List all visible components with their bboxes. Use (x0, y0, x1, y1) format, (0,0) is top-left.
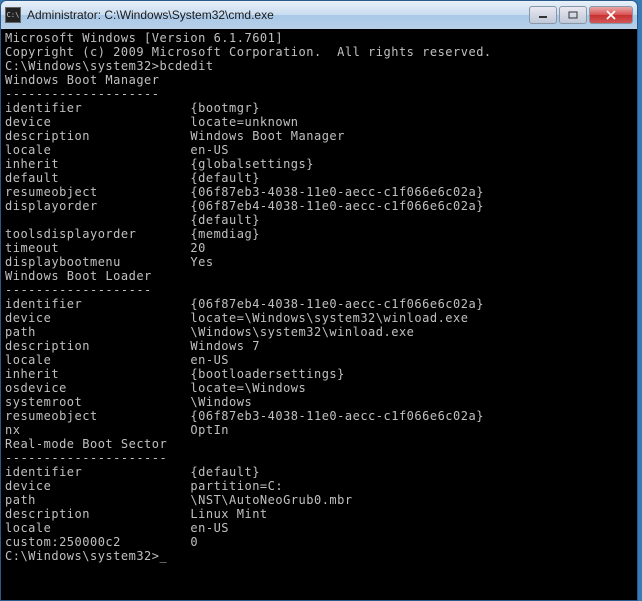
terminal-line: C:\Windows\system32>bcdedit (5, 59, 633, 73)
terminal-line: device locate=\Windows\system32\winload.… (5, 311, 633, 325)
terminal-line: identifier {bootmgr} (5, 101, 633, 115)
terminal-line: {default} (5, 213, 633, 227)
terminal-line: nx OptIn (5, 423, 633, 437)
terminal-line: ------------------- (5, 283, 633, 297)
cmd-icon: C:\ (5, 7, 21, 23)
window-controls (529, 6, 633, 24)
terminal-line: path \NST\AutoNeoGrub0.mbr (5, 493, 633, 507)
terminal-line: displayorder {06f87eb4-4038-11e0-aecc-c1… (5, 199, 633, 213)
terminal-line: locale en-US (5, 353, 633, 367)
terminal-line: Copyright (c) 2009 Microsoft Corporation… (5, 45, 633, 59)
terminal-line: locale en-US (5, 521, 633, 535)
terminal-line: Real-mode Boot Sector (5, 437, 633, 451)
terminal-line: Windows Boot Manager (5, 73, 633, 87)
terminal-line: --------------------- (5, 451, 633, 465)
terminal-line: device partition=C: (5, 479, 633, 493)
terminal-line: default {default} (5, 171, 633, 185)
terminal-line: displaybootmenu Yes (5, 255, 633, 269)
terminal-line: description Windows Boot Manager (5, 129, 633, 143)
terminal-line: custom:250000c2 0 (5, 535, 633, 549)
terminal-line: Windows Boot Loader (5, 269, 633, 283)
terminal-line: device locate=unknown (5, 115, 633, 129)
minimize-icon (538, 11, 548, 19)
terminal-line: timeout 20 (5, 241, 633, 255)
terminal-line: osdevice locate=\Windows (5, 381, 633, 395)
close-icon (605, 10, 617, 20)
terminal-line: path \Windows\system32\winload.exe (5, 325, 633, 339)
cmd-window: C:\ Administrator: C:\Windows\System32\c… (0, 0, 638, 601)
minimize-button[interactable] (529, 6, 557, 24)
terminal-line: resumeobject {06f87eb3-4038-11e0-aecc-c1… (5, 185, 633, 199)
terminal-line: toolsdisplayorder {memdiag} (5, 227, 633, 241)
terminal-line: identifier {06f87eb4-4038-11e0-aecc-c1f0… (5, 297, 633, 311)
terminal-line: inherit {globalsettings} (5, 157, 633, 171)
terminal-line: C:\Windows\system32>_ (5, 549, 633, 563)
close-button[interactable] (589, 6, 633, 24)
terminal-line: locale en-US (5, 143, 633, 157)
terminal-line: -------------------- (5, 87, 633, 101)
terminal-line: resumeobject {06f87eb3-4038-11e0-aecc-c1… (5, 409, 633, 423)
window-title: Administrator: C:\Windows\System32\cmd.e… (27, 8, 529, 22)
terminal-line: systemroot \Windows (5, 395, 633, 409)
terminal-line: Microsoft Windows [Version 6.1.7601] (5, 31, 633, 45)
terminal-line: inherit {bootloadersettings} (5, 367, 633, 381)
maximize-button[interactable] (559, 6, 587, 24)
terminal-line: description Linux Mint (5, 507, 633, 521)
titlebar[interactable]: C:\ Administrator: C:\Windows\System32\c… (1, 1, 637, 29)
maximize-icon (568, 11, 578, 19)
terminal-line: description Windows 7 (5, 339, 633, 353)
terminal-line: identifier {default} (5, 465, 633, 479)
terminal-output[interactable]: Microsoft Windows [Version 6.1.7601]Copy… (1, 29, 637, 600)
